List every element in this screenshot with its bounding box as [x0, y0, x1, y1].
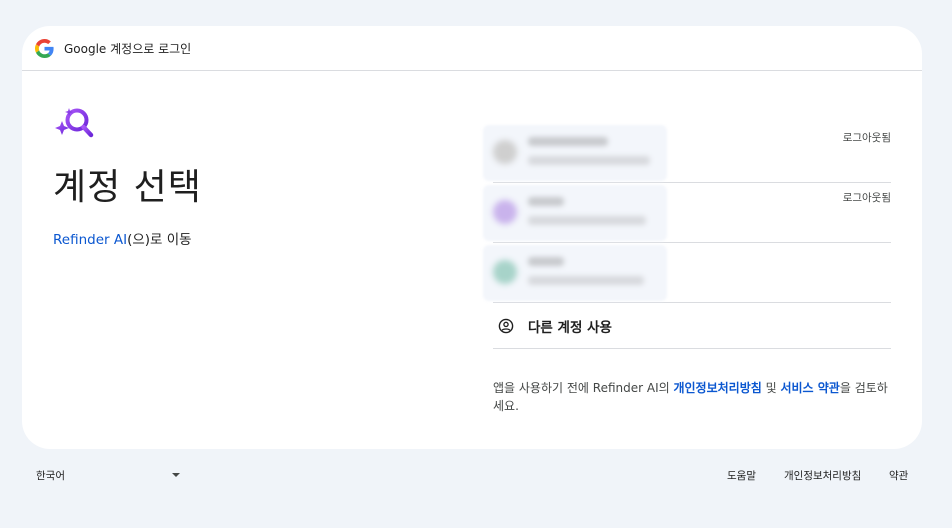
card-header: Google 계정으로 로그인 [22, 26, 922, 71]
footer-terms-link[interactable]: 약관 [889, 468, 908, 483]
account-name [528, 197, 564, 206]
account-list: 로그아웃됨 로그아웃됨 다른 계정 사용 [483, 123, 891, 349]
footer: 한국어 도움말 개인정보처리방침 약관 [0, 465, 952, 489]
account-status: 로그아웃됨 [842, 132, 891, 144]
account-item[interactable]: 로그아웃됨 [483, 123, 891, 183]
account-item[interactable]: 로그아웃됨 [483, 183, 891, 243]
header-title: Google 계정으로 로그인 [64, 41, 192, 56]
account-email [528, 216, 646, 225]
chevron-down-icon[interactable] [172, 473, 180, 477]
privacy-notice: 앱을 사용하기 전에 Refinder AI의 개인정보처리방침 및 서비스 약… [493, 379, 893, 415]
blurred-account-info [483, 125, 667, 181]
terms-of-service-link[interactable]: 서비스 약관 [780, 381, 839, 395]
privacy-policy-link[interactable]: 개인정보처리방침 [673, 381, 761, 395]
notice-prefix: 앱을 사용하기 전에 Refinder AI의 [493, 381, 674, 395]
continue-to-app: Refinder AI(으)로 이동 [53, 228, 192, 248]
blurred-account-info [483, 245, 667, 301]
language-selector[interactable]: 한국어 [36, 468, 65, 483]
app-name-link[interactable]: Refinder AI [53, 232, 127, 248]
avatar [493, 140, 517, 164]
avatar [493, 200, 517, 224]
blurred-account-info [483, 185, 667, 241]
account-name [528, 257, 564, 266]
notice-middle: 및 [761, 381, 781, 395]
continue-suffix: (으)로 이동 [127, 232, 192, 248]
sparkle-search-icon [55, 108, 94, 138]
use-another-account-button[interactable]: 다른 계정 사용 [493, 303, 891, 349]
account-email [528, 276, 644, 285]
account-email [528, 156, 650, 165]
use-another-account-label: 다른 계정 사용 [528, 319, 612, 336]
account-name [528, 137, 608, 146]
google-g-icon [35, 38, 54, 58]
account-status: 로그아웃됨 [842, 192, 891, 204]
page-title: 계정 선택 [53, 167, 202, 208]
footer-privacy-link[interactable]: 개인정보처리방침 [784, 468, 861, 483]
footer-help-link[interactable]: 도움말 [727, 468, 756, 483]
account-item[interactable] [483, 243, 891, 303]
avatar [493, 260, 517, 284]
sign-in-card: Google 계정으로 로그인 계정 선택 Refinder AI(으)로 이동… [22, 26, 922, 449]
account-circle-icon [498, 318, 514, 333]
